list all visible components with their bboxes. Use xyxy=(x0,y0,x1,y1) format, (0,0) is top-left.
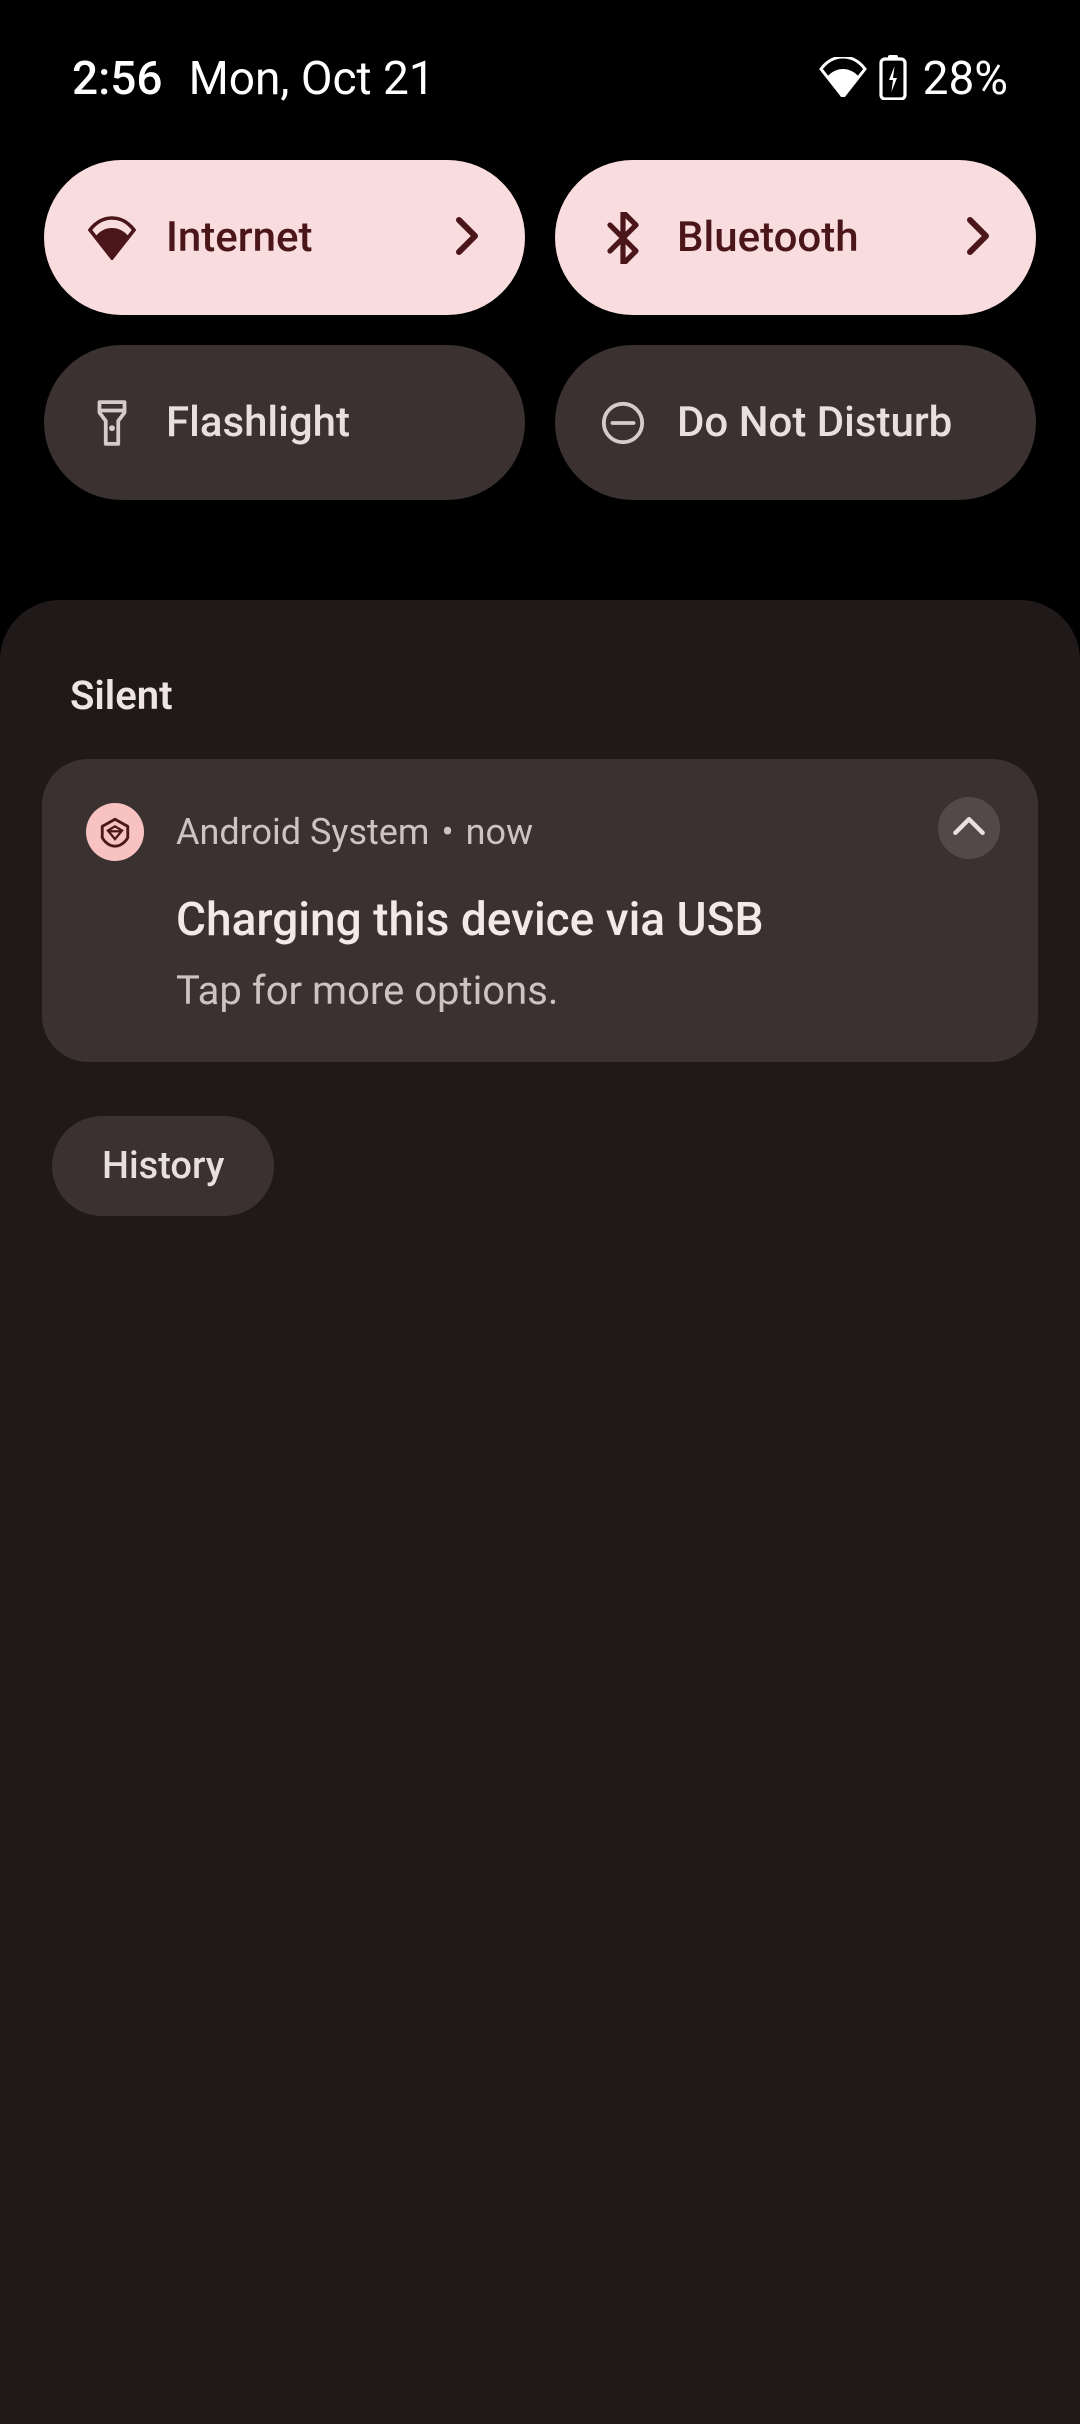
bluetooth-icon xyxy=(599,214,647,262)
notification-panel[interactable]: Silent Android System • now Charging th xyxy=(0,600,1080,2424)
quick-settings-grid: Internet Bluetooth Flashlight xyxy=(0,110,1080,500)
qs-label: Do Not Disturb xyxy=(677,398,992,447)
notification-body: Charging this device via USB Tap for mor… xyxy=(176,893,994,1014)
qs-tile-flashlight[interactable]: Flashlight xyxy=(44,345,525,500)
qs-tile-internet[interactable]: Internet xyxy=(44,160,525,315)
qs-label: Flashlight xyxy=(166,398,481,447)
status-bar: 2:56 Mon, Oct 21 28% xyxy=(0,0,1080,110)
chevron-up-icon xyxy=(952,815,986,841)
wifi-icon xyxy=(88,214,136,262)
battery-percentage: 28% xyxy=(923,52,1008,106)
qs-tile-bluetooth[interactable]: Bluetooth xyxy=(555,160,1036,315)
wifi-icon xyxy=(819,57,867,101)
separator-dot: • xyxy=(441,811,453,853)
history-button[interactable]: History xyxy=(52,1116,274,1216)
notification-meta: Android System • now xyxy=(176,811,533,853)
dnd-icon xyxy=(599,399,647,447)
notification-timestamp: now xyxy=(466,811,533,853)
status-right: 28% xyxy=(819,52,1008,106)
chevron-right-icon xyxy=(453,216,481,260)
history-label: History xyxy=(102,1144,224,1188)
notification-header: Android System • now xyxy=(86,803,994,861)
chevron-right-icon xyxy=(964,216,992,260)
battery-charging-icon xyxy=(879,54,907,104)
qs-label: Bluetooth xyxy=(677,213,934,262)
notification-app-name: Android System xyxy=(176,811,429,853)
notification-section-header: Silent xyxy=(42,672,1038,759)
flashlight-icon xyxy=(88,399,136,447)
notification-text: Tap for more options. xyxy=(176,967,994,1014)
notification-title: Charging this device via USB xyxy=(176,893,994,947)
qs-tile-dnd[interactable]: Do Not Disturb xyxy=(555,345,1036,500)
status-date: Mon, Oct 21 xyxy=(189,52,435,106)
qs-label: Internet xyxy=(166,213,423,262)
android-system-icon xyxy=(86,803,144,861)
status-time: 2:56 xyxy=(72,52,163,106)
notification-card[interactable]: Android System • now Charging this devic… xyxy=(42,759,1038,1062)
collapse-button[interactable] xyxy=(938,797,1000,859)
status-left: 2:56 Mon, Oct 21 xyxy=(72,52,435,106)
